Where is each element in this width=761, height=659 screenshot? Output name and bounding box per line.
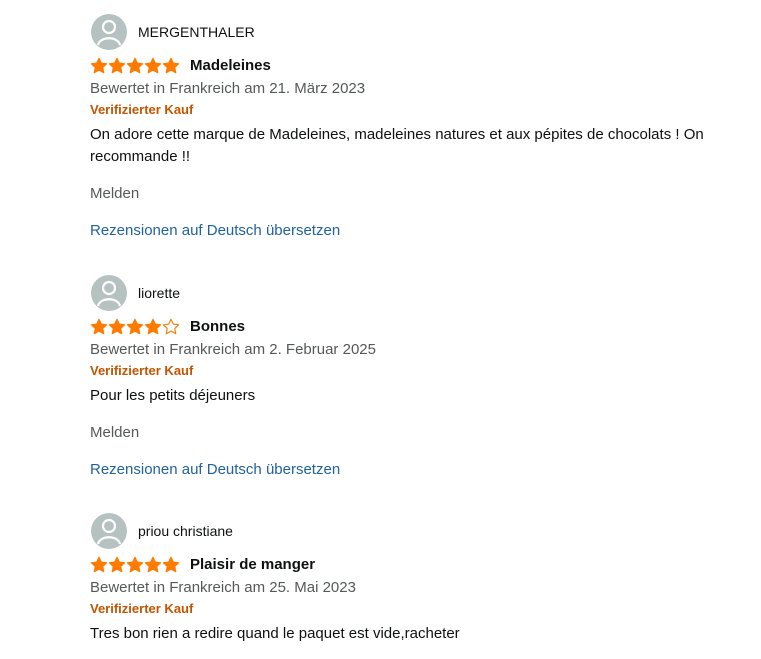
reviewer-profile[interactable]: liorette [90, 275, 755, 311]
rating-row: Plaisir de manger [90, 555, 755, 577]
rating-row: Madeleines [90, 56, 755, 78]
reviewer-name[interactable]: liorette [138, 284, 180, 302]
review-card: priou christiane Plaisir de manger Bewer… [90, 513, 755, 645]
reviewer-profile[interactable]: priou christiane [90, 513, 755, 549]
star-filled-icon [144, 318, 162, 335]
star-filled-icon [90, 556, 108, 573]
review-date: Bewertet in Frankreich am 21. März 2023 [90, 80, 366, 97]
reviewer-name[interactable]: MERGENTHALER [138, 23, 255, 41]
star-filled-icon [90, 57, 108, 74]
star-filled-icon [126, 57, 144, 74]
avatar-icon [91, 275, 127, 311]
translate-review-link[interactable]: Rezensionen auf Deutsch übersetzen [90, 221, 755, 241]
verified-purchase-badge: Verifizierter Kauf [90, 102, 194, 117]
star-filled-icon [126, 556, 144, 573]
report-link[interactable]: Melden [90, 423, 755, 443]
avatar-icon [91, 14, 127, 50]
star-filled-icon [162, 556, 180, 573]
star-filled-icon [144, 556, 162, 573]
translate-review-link[interactable]: Rezensionen auf Deutsch übersetzen [90, 460, 755, 480]
review-date: Bewertet in Frankreich am 25. Mai 2023 [90, 579, 356, 596]
reviewer-profile[interactable]: MERGENTHALER [90, 14, 755, 50]
star-rating[interactable] [90, 556, 180, 574]
reviewer-name[interactable]: priou christiane [138, 522, 233, 540]
avatar-icon [91, 513, 127, 549]
star-filled-icon [108, 318, 126, 335]
star-rating[interactable] [90, 318, 180, 336]
verified-purchase-badge: Verifizierter Kauf [90, 601, 194, 616]
review-title[interactable]: Plaisir de manger [190, 555, 315, 575]
review-card: liorette Bonnes Bewertet in Frankreich a… [90, 275, 755, 480]
review-title[interactable]: Bonnes [190, 317, 245, 337]
star-filled-icon [108, 556, 126, 573]
review-card: MERGENTHALER Madeleines Bewertet in Fran… [90, 14, 755, 241]
star-empty-icon [162, 318, 180, 335]
star-filled-icon [126, 318, 144, 335]
star-filled-icon [108, 57, 126, 74]
review-text: Pour les petits déjeuners [90, 387, 256, 404]
star-rating[interactable] [90, 57, 180, 75]
review-text: On adore cette marque de Madeleines, mad… [90, 126, 704, 165]
review-text: Tres bon rien a redire quand le paquet e… [90, 625, 460, 642]
star-filled-icon [144, 57, 162, 74]
review-title[interactable]: Madeleines [190, 56, 271, 76]
review-date: Bewertet in Frankreich am 2. Februar 202… [90, 341, 376, 358]
verified-purchase-badge: Verifizierter Kauf [90, 363, 194, 378]
rating-row: Bonnes [90, 317, 755, 339]
star-filled-icon [162, 57, 180, 74]
report-link[interactable]: Melden [90, 184, 755, 204]
star-filled-icon [90, 318, 108, 335]
